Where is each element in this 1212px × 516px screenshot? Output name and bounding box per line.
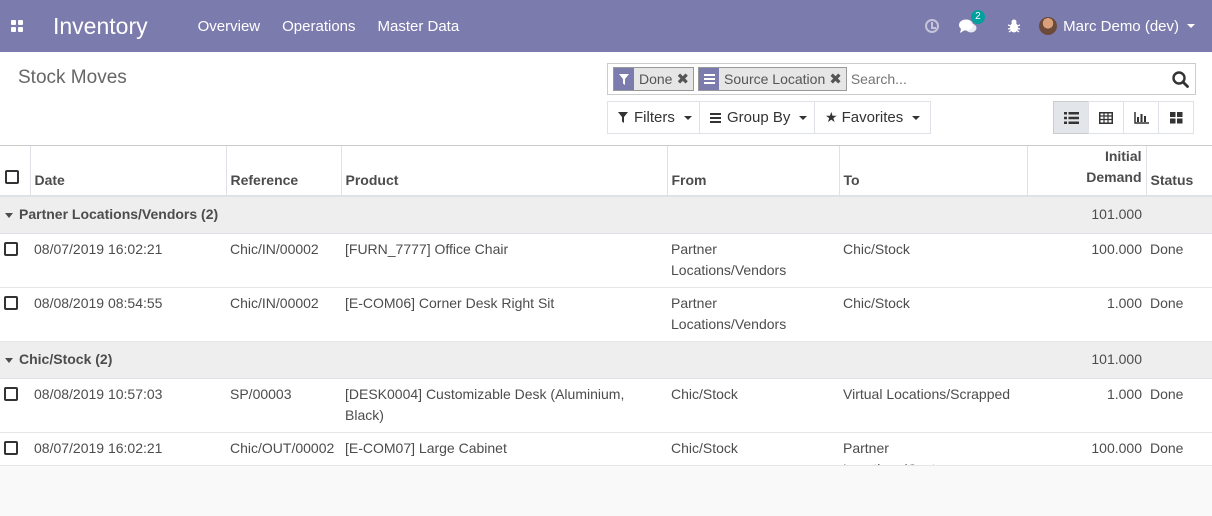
messages-count-badge: 2 — [971, 9, 985, 24]
search-input[interactable] — [850, 66, 1165, 92]
favorites-button[interactable]: ★ Favorites — [814, 101, 932, 134]
apps-grid-icon — [11, 20, 23, 32]
cell-from: Partner Locations/Vendors — [667, 233, 839, 288]
control-panel: Stock Moves Done ✖ Source Location ✖ Fil… — [0, 52, 1212, 146]
group-row[interactable]: Chic/Stock (2) 101.000 — [0, 341, 1212, 379]
group-by-button[interactable]: Group By — [699, 101, 819, 134]
cell-reference: SP/00003 — [226, 378, 341, 433]
bug-icon — [1007, 19, 1021, 33]
cell-to: Chic/Stock — [839, 287, 1027, 342]
filter-facet-value: Done — [639, 71, 673, 87]
group-by-icon — [710, 112, 721, 123]
remove-facet-icon[interactable]: ✖ — [676, 70, 693, 88]
star-icon: ★ — [825, 109, 838, 125]
remove-facet-icon[interactable]: ✖ — [829, 70, 846, 88]
cell-reference: Chic/IN/00002 — [226, 287, 341, 342]
filter-icon — [614, 68, 634, 90]
kanban-view-icon[interactable] — [1158, 101, 1194, 134]
breadcrumb: Stock Moves — [18, 67, 127, 88]
cell-demand: 100.000 — [1027, 233, 1146, 288]
pivot-view-icon[interactable] — [1088, 101, 1124, 134]
cell-from: Chic/Stock — [667, 378, 839, 433]
cell-date: 08/08/2019 10:57:03 — [30, 378, 226, 433]
cell-status: Done — [1146, 378, 1212, 433]
filters-label: Filters — [634, 109, 675, 126]
caret-down-icon — [5, 213, 13, 219]
table-row[interactable]: 08/08/2019 08:54:55 Chic/IN/00002 [E-COM… — [0, 287, 1212, 342]
group-total: 101.000 — [1027, 196, 1146, 234]
cell-product: [DESK0004] Customizable Desk (Aluminium,… — [341, 378, 667, 433]
cell-from: Partner Locations/Vendors — [667, 287, 839, 342]
column-header-reference[interactable]: Reference — [225, 146, 341, 197]
chevron-down-icon — [912, 115, 921, 120]
filters-button[interactable]: Filters — [607, 101, 703, 134]
row-checkbox[interactable] — [4, 241, 18, 256]
cell-status: Done — [1146, 287, 1212, 342]
cell-to: Chic/Stock — [839, 233, 1027, 288]
group-row[interactable]: Partner Locations/Vendors (2) 101.000 — [0, 196, 1212, 234]
menu-overview[interactable]: Overview — [198, 18, 261, 35]
filter-icon — [618, 112, 628, 123]
column-header-initial-demand[interactable]: Initial Demand — [1026, 146, 1146, 197]
chevron-down-icon — [1187, 24, 1195, 28]
column-header-from[interactable]: From — [666, 146, 839, 197]
clock-icon — [925, 19, 940, 33]
column-header-date[interactable]: Date — [29, 146, 226, 197]
header-line: Initial — [1104, 148, 1142, 164]
app-name: Inventory — [53, 12, 148, 39]
cell-reference: Chic/IN/00002 — [226, 233, 341, 288]
column-header-to[interactable]: To — [838, 146, 1027, 197]
activity-button[interactable] — [917, 19, 947, 33]
search-box: Done ✖ Source Location ✖ — [607, 63, 1196, 95]
filter-facet: Done ✖ — [613, 67, 695, 91]
chevron-down-icon — [683, 115, 692, 120]
group-by-facet: Source Location ✖ — [698, 67, 847, 91]
debug-button[interactable] — [999, 19, 1029, 33]
row-checkbox[interactable] — [4, 440, 18, 455]
row-checkbox[interactable] — [4, 295, 18, 310]
graph-view-icon[interactable] — [1123, 101, 1159, 134]
cell-product: [E-COM06] Corner Desk Right Sit — [341, 287, 667, 342]
table-header-row: Date Reference Product From To Initial D… — [0, 146, 1212, 197]
select-all-cell[interactable] — [0, 146, 30, 197]
caret-down-icon — [5, 357, 13, 363]
messaging-button[interactable]: 2 — [953, 9, 985, 34]
menu-operations[interactable]: Operations — [282, 18, 355, 35]
list-table: Date Reference Product From To Initial D… — [0, 146, 1212, 487]
group-by-icon — [699, 68, 720, 90]
stock-moves-list: Date Reference Product From To Initial D… — [0, 146, 1212, 487]
top-navbar: Inventory Overview Operations Master Dat… — [0, 0, 1212, 52]
cell-demand: 1.000 — [1027, 287, 1146, 342]
column-header-product[interactable]: Product — [340, 146, 667, 197]
cell-product: [FURN_7777] Office Chair — [341, 233, 667, 288]
user-menu[interactable]: Marc Demo (dev) — [1039, 17, 1195, 35]
chevron-down-icon — [799, 115, 808, 120]
list-view-icon[interactable] — [1053, 101, 1089, 134]
table-row[interactable]: 08/07/2019 16:02:21 Chic/IN/00002 [FURN_… — [0, 233, 1212, 288]
favorites-label: Favorites — [841, 109, 904, 126]
user-name: Marc Demo (dev) — [1063, 17, 1179, 35]
cell-to: Virtual Locations/Scrapped — [839, 378, 1027, 433]
cell-demand: 1.000 — [1027, 378, 1146, 433]
search-icon[interactable] — [1165, 70, 1195, 88]
select-all-checkbox[interactable] — [5, 170, 19, 184]
group-by-label: Group By — [727, 109, 791, 126]
header-line: Demand — [1086, 169, 1142, 185]
cell-date: 08/07/2019 16:02:21 — [30, 233, 226, 288]
table-row[interactable]: 08/08/2019 10:57:03 SP/00003 [DESK0004] … — [0, 378, 1212, 433]
systray: 2 Marc Demo (dev) — [917, 0, 1212, 52]
menu-master-data[interactable]: Master Data — [378, 18, 460, 35]
group-label: Chic/Stock (2) — [19, 351, 113, 367]
group-label: Partner Locations/Vendors (2) — [19, 206, 219, 223]
avatar — [1039, 17, 1058, 35]
cell-date: 08/08/2019 08:54:55 — [30, 287, 226, 342]
cell-status: Done — [1146, 233, 1212, 288]
list-footer — [0, 465, 1212, 516]
column-header-status[interactable]: Status — [1145, 146, 1212, 197]
group-by-facet-value: Source Location — [724, 71, 826, 87]
view-switcher — [1053, 101, 1194, 134]
row-checkbox[interactable] — [4, 386, 18, 401]
apps-menu-button[interactable] — [0, 0, 34, 52]
group-total: 101.000 — [1027, 341, 1146, 379]
